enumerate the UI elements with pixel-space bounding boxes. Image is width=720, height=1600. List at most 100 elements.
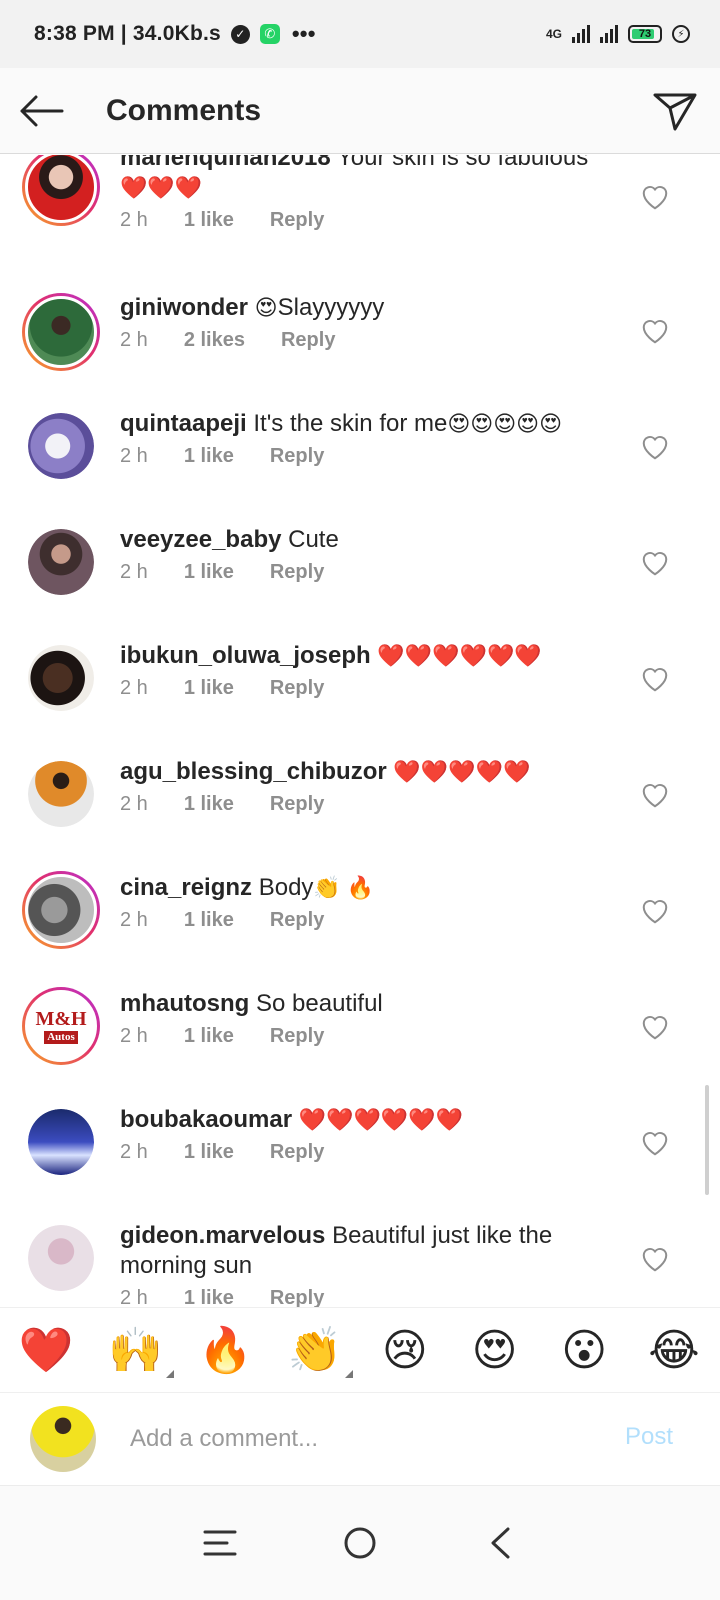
comment-username[interactable]: marienquinah2018 [120, 155, 331, 171]
comment-text: Slayyyyyy [277, 294, 385, 321]
comment-likes[interactable]: 1 like [184, 909, 234, 932]
comment-likes[interactable]: 1 like [184, 445, 234, 468]
raised-hands-icon: 🙌 [108, 1326, 164, 1375]
comment-username[interactable]: ibukun_oluwa_joseph [120, 642, 371, 669]
avatar-logo-sub: Autos [44, 1030, 78, 1044]
chevron-left-icon [491, 1527, 510, 1559]
charging-icon: ⚡ [672, 25, 690, 43]
comments-list[interactable]: marienquinah2018 Your skin is so fabulou… [0, 155, 720, 1330]
comment-time: 2 h [120, 1141, 148, 1163]
avatar[interactable] [28, 645, 94, 711]
heart-icon[interactable] [640, 1129, 670, 1157]
battery-icon: 73 [628, 25, 662, 43]
back-nav-button[interactable] [470, 1513, 530, 1573]
comment-username[interactable]: boubakaoumar [120, 1106, 292, 1133]
heart-icon[interactable] [640, 549, 670, 577]
comment-item: agu_blessing_chibuzor ❤️❤️❤️❤️❤️ 2 h 1 li… [0, 751, 720, 869]
reply-button[interactable]: Reply [270, 793, 324, 816]
comment-item: quintaapeji It's the skin for me😍😍😍😍😍 2 … [0, 403, 720, 521]
emoji-laughing-button[interactable]: 😂 [644, 1320, 704, 1380]
comment-likes[interactable]: 1 like [184, 561, 234, 584]
clapping-hands-icon: 👏 [287, 1326, 343, 1375]
emoji-crying-button[interactable]: 😢 [375, 1320, 435, 1380]
share-button[interactable] [630, 68, 720, 154]
heart-icon[interactable] [640, 183, 670, 211]
status-time: 8:38 PM | 34.0Kb.s [34, 22, 221, 45]
recents-button[interactable] [190, 1513, 250, 1573]
comment-emoji: 😍😍😍😍😍 [447, 411, 563, 436]
home-circle-icon [344, 1527, 376, 1559]
home-button[interactable] [330, 1513, 390, 1573]
comment-input[interactable] [130, 1419, 600, 1459]
comment-text: So beautiful [256, 990, 383, 1017]
avatar[interactable] [28, 1225, 94, 1291]
comment-time: 2 h [120, 445, 148, 467]
emoji-quick-bar: ❤️ 🙌 🔥 👏 😢 😍 😮 😂 [0, 1307, 720, 1393]
tears-of-joy-icon: 😂 [648, 1325, 700, 1375]
comment-emoji: 👏 🔥 [313, 875, 375, 900]
reply-button[interactable]: Reply [270, 909, 324, 932]
comment-likes[interactable]: 1 like [184, 793, 234, 816]
comment-likes[interactable]: 1 like [184, 1141, 234, 1164]
reply-button[interactable]: Reply [270, 561, 324, 584]
avatar[interactable] [28, 529, 94, 595]
comment-emoji: ❤️❤️❤️ [120, 175, 203, 200]
reply-button[interactable]: Reply [270, 445, 324, 468]
comment-username[interactable]: giniwonder [120, 294, 248, 321]
comment-username[interactable]: cina_reignz [120, 874, 252, 901]
heart-icon[interactable] [640, 781, 670, 809]
comment-time: 2 h [120, 329, 148, 351]
comment-time: 2 h [120, 1025, 148, 1047]
emoji-heart-button[interactable]: ❤️ [16, 1320, 76, 1380]
emoji-clap-button[interactable]: 👏 [285, 1320, 354, 1380]
comment-username[interactable]: agu_blessing_chibuzor [120, 758, 387, 785]
reply-button[interactable]: Reply [281, 329, 335, 352]
comment-username[interactable]: mhautosng [120, 990, 249, 1017]
skin-tone-indicator [165, 1370, 174, 1378]
emoji-heart-eyes-button[interactable]: 😍 [465, 1320, 525, 1380]
reply-button[interactable]: Reply [270, 1025, 324, 1048]
comment-username[interactable]: veeyzee_baby [120, 526, 281, 553]
status-bar: 8:38 PM | 34.0Kb.s ✓ ✆ ••• 4G 73 ⚡ [0, 0, 720, 68]
emoji-raised-hands-button[interactable]: 🙌 [106, 1320, 174, 1380]
avatar[interactable] [28, 1109, 94, 1175]
comment-item: cina_reignz Body👏 🔥 2 h 1 like Reply [0, 867, 720, 985]
comment-likes[interactable]: 1 like [184, 677, 234, 700]
avatar[interactable] [22, 293, 100, 371]
avatar[interactable] [22, 155, 100, 226]
avatar[interactable] [22, 871, 100, 949]
comment-time: 2 h [120, 561, 148, 583]
heart-icon[interactable] [640, 433, 670, 461]
avatar[interactable] [28, 413, 94, 479]
comment-username[interactable]: quintaapeji [120, 410, 247, 437]
comment-likes[interactable]: 2 likes [184, 329, 245, 352]
comment-emoji: 😍 [254, 295, 278, 320]
reply-button[interactable]: Reply [270, 1141, 324, 1164]
comment-text: It's the skin for me [253, 410, 448, 437]
comment-item: veeyzee_baby Cute 2 h 1 like Reply [0, 519, 720, 637]
heart-eyes-icon: 😍 [471, 1325, 518, 1375]
reply-button[interactable]: Reply [270, 677, 324, 700]
comment-likes[interactable]: 1 like [184, 1025, 234, 1048]
comment-username[interactable]: gideon.marvelous [120, 1222, 325, 1249]
avatar[interactable] [28, 761, 94, 827]
my-avatar [30, 1406, 96, 1472]
reply-button[interactable]: Reply [270, 209, 324, 232]
heart-icon[interactable] [640, 317, 670, 345]
emoji-fire-button[interactable]: 🔥 [195, 1320, 255, 1380]
comment-time: 2 h [120, 793, 148, 815]
heart-icon[interactable] [640, 665, 670, 693]
post-button[interactable]: Post [625, 1423, 673, 1451]
heart-icon[interactable] [640, 1013, 670, 1041]
heart-icon[interactable] [640, 897, 670, 925]
comment-likes[interactable]: 1 like [184, 209, 234, 232]
system-nav-bar [0, 1485, 720, 1600]
comment-time: 2 h [120, 909, 148, 931]
heart-icon[interactable] [640, 1245, 670, 1273]
avatar[interactable]: M&H Autos [22, 987, 100, 1065]
page-title: Comments [106, 93, 262, 127]
back-button[interactable] [0, 68, 86, 154]
emoji-surprised-button[interactable]: 😮 [554, 1320, 614, 1380]
signal-icon-2 [600, 25, 618, 43]
scrollbar[interactable] [705, 1085, 709, 1195]
